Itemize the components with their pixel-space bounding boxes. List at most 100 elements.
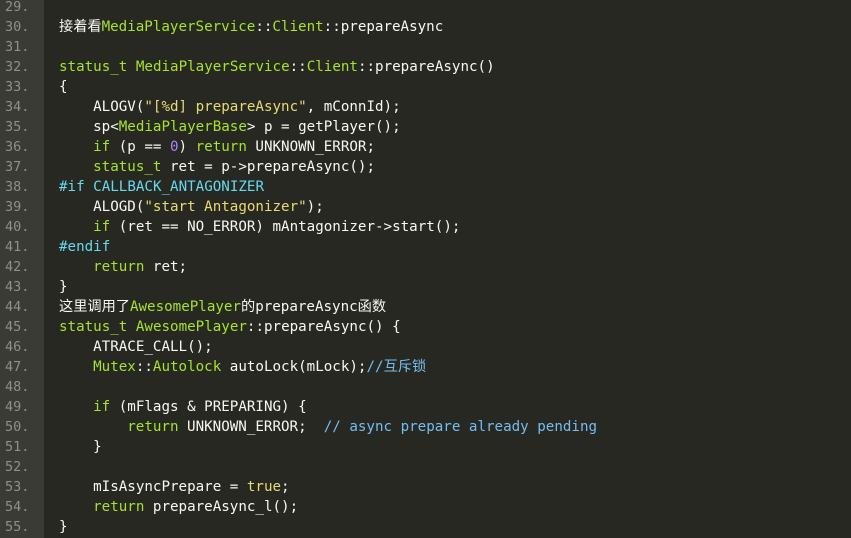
code-token-text: } [93, 439, 102, 455]
line-number: 46. [5, 339, 30, 355]
code-line: 42. return ret; [0, 257, 851, 277]
line-number: 42. [5, 259, 30, 275]
code-token-text: ); [306, 199, 324, 215]
line-number: 41. [5, 239, 30, 255]
code-text: } [59, 277, 68, 297]
code-text: status_t AwesomePlayer::prepareAsync() { [59, 317, 401, 337]
line-number: 40. [5, 219, 30, 235]
code-lines: 29.30. 接着看MediaPlayerService::Client::pre… [0, 0, 851, 537]
code-text: status_t MediaPlayerService::Client::pre… [59, 57, 495, 77]
code-token-text: sp< [93, 119, 119, 135]
code-token-type: Autolock [152, 359, 222, 375]
line-number: 51. [5, 439, 30, 455]
code-token-type: status_t AwesomePlayer [59, 319, 247, 335]
code-token-text: :: [255, 19, 273, 35]
line-number: 33. [5, 79, 30, 95]
code-line: 45. status_t AwesomePlayer::prepareAsync(… [0, 317, 851, 337]
code-line: 47. Mutex::Autolock autoLock(mLock);//互斥锁 [0, 357, 851, 377]
code-token-text: ::prepareAsync [323, 19, 444, 35]
code-token-type: return [127, 419, 179, 435]
code-line: 46. ATRACE_CALL(); [0, 337, 851, 357]
line-number: 55. [5, 519, 30, 535]
line-number: 34. [5, 99, 30, 115]
code-token-text: } [59, 279, 68, 295]
code-line: 44. 这里调用了AwesomePlayer的prepareAsync函数 [0, 297, 851, 317]
code-line: 41. #endif [0, 237, 851, 257]
code-token-type: return [93, 259, 145, 275]
code-token-text: ret; [144, 259, 188, 275]
code-token-text: { [59, 79, 68, 95]
code-token-text: } [59, 519, 68, 535]
code-text: ALOGV("[%d] prepareAsync", mConnId); [59, 97, 401, 117]
code-line: 32. status_t MediaPlayerService::Client::… [0, 57, 851, 77]
code-line: 37. status_t ret = p->prepareAsync(); [0, 157, 851, 177]
code-token-text: autoLock(mLock); [221, 359, 367, 375]
code-text: return UNKNOWN_ERROR; // async prepare a… [59, 417, 597, 437]
line-number: 29. [5, 0, 30, 15]
line-number: 52. [5, 459, 30, 475]
code-token-string: "[%d] prepareAsync" [144, 99, 307, 115]
code-line: 55.} [0, 517, 851, 537]
code-line: 33. { [0, 77, 851, 97]
line-number: 44. [5, 299, 30, 315]
code-token-boolean: true [246, 479, 282, 495]
code-token-text: ALOGD( [93, 199, 145, 215]
code-text: { [59, 77, 68, 97]
code-line: 39. ALOGD("start Antagonizer"); [0, 197, 851, 217]
code-token-text: ) [178, 139, 196, 155]
code-token-text: ATRACE_CALL(); [93, 339, 213, 355]
code-line: 38. #if CALLBACK_ANTAGONIZER [0, 177, 851, 197]
code-token-text: 的prepareAsync函数 [241, 299, 387, 315]
code-text: ATRACE_CALL(); [59, 337, 213, 357]
code-token-string: "start Antagonizer" [144, 199, 307, 215]
code-token-text: :: [135, 359, 153, 375]
code-text: #if CALLBACK_ANTAGONIZER [59, 177, 264, 197]
line-number: 48. [5, 379, 30, 395]
code-token-type: MediaPlayerService [101, 19, 256, 35]
code-text: } [59, 437, 102, 457]
code-line: 53. mIsAsyncPrepare = true; [0, 477, 851, 497]
code-token-text: ; [281, 479, 290, 495]
code-line: 36. if (p == 0) return UNKNOWN_ERROR; [0, 137, 851, 157]
code-token-text: ::prepareAsync() { [246, 319, 401, 335]
code-editor[interactable]: 29.30. 接着看MediaPlayerService::Client::pre… [0, 0, 851, 538]
code-token-text: :: [289, 59, 307, 75]
code-token-text: , mConnId); [306, 99, 401, 115]
code-line: 48. [0, 377, 851, 397]
code-token-comment: // async prepare already pending [323, 419, 598, 435]
code-line: 50. return UNKNOWN_ERROR; // async prepar… [0, 417, 851, 437]
code-token-text: 这里调用了 [59, 299, 130, 315]
code-line: 29. [0, 0, 851, 17]
code-token-text: ret = p->prepareAsync(); [161, 159, 375, 175]
code-text: if (ret == NO_ERROR) mAntagonizer->start… [59, 217, 460, 237]
code-token-text: ::prepareAsync() [357, 59, 495, 75]
code-text: return prepareAsync_l(); [59, 497, 298, 517]
code-line: 34. ALOGV("[%d] prepareAsync", mConnId); [0, 97, 851, 117]
code-text: status_t ret = p->prepareAsync(); [59, 157, 375, 177]
line-number: 39. [5, 199, 30, 215]
code-line: 30. 接着看MediaPlayerService::Client::prepar… [0, 17, 851, 37]
code-token-type: status_t MediaPlayerService [59, 59, 290, 75]
code-token-type: Client [306, 59, 358, 75]
code-token-text: 接着看 [59, 19, 102, 35]
code-line: 52. [0, 457, 851, 477]
code-line: 54. return prepareAsync_l(); [0, 497, 851, 517]
code-text: } [59, 517, 68, 537]
line-number: 54. [5, 499, 30, 515]
code-line: 40. if (ret == NO_ERROR) mAntagonizer->st… [0, 217, 851, 237]
code-text: if (p == 0) return UNKNOWN_ERROR; [59, 137, 375, 157]
code-line: 51.} [0, 437, 851, 457]
code-text: Mutex::Autolock autoLock(mLock);//互斥锁 [59, 357, 426, 377]
code-token-text: (p == [110, 139, 170, 155]
code-text: 接着看MediaPlayerService::Client::prepareAs… [59, 17, 443, 37]
code-token-text: prepareAsync_l(); [144, 499, 299, 515]
code-token-type: return [93, 499, 145, 515]
code-line: 35. sp<MediaPlayerBase> p = getPlayer(); [0, 117, 851, 137]
code-token-text: (mFlags & PREPARING) { [110, 399, 307, 415]
line-number: 35. [5, 119, 30, 135]
line-number: 37. [5, 159, 30, 175]
code-text: 这里调用了AwesomePlayer的prepareAsync函数 [59, 297, 386, 317]
code-token-preprocessor: #endif [59, 239, 111, 255]
line-number: 36. [5, 139, 30, 155]
code-token-type: if [93, 399, 111, 415]
